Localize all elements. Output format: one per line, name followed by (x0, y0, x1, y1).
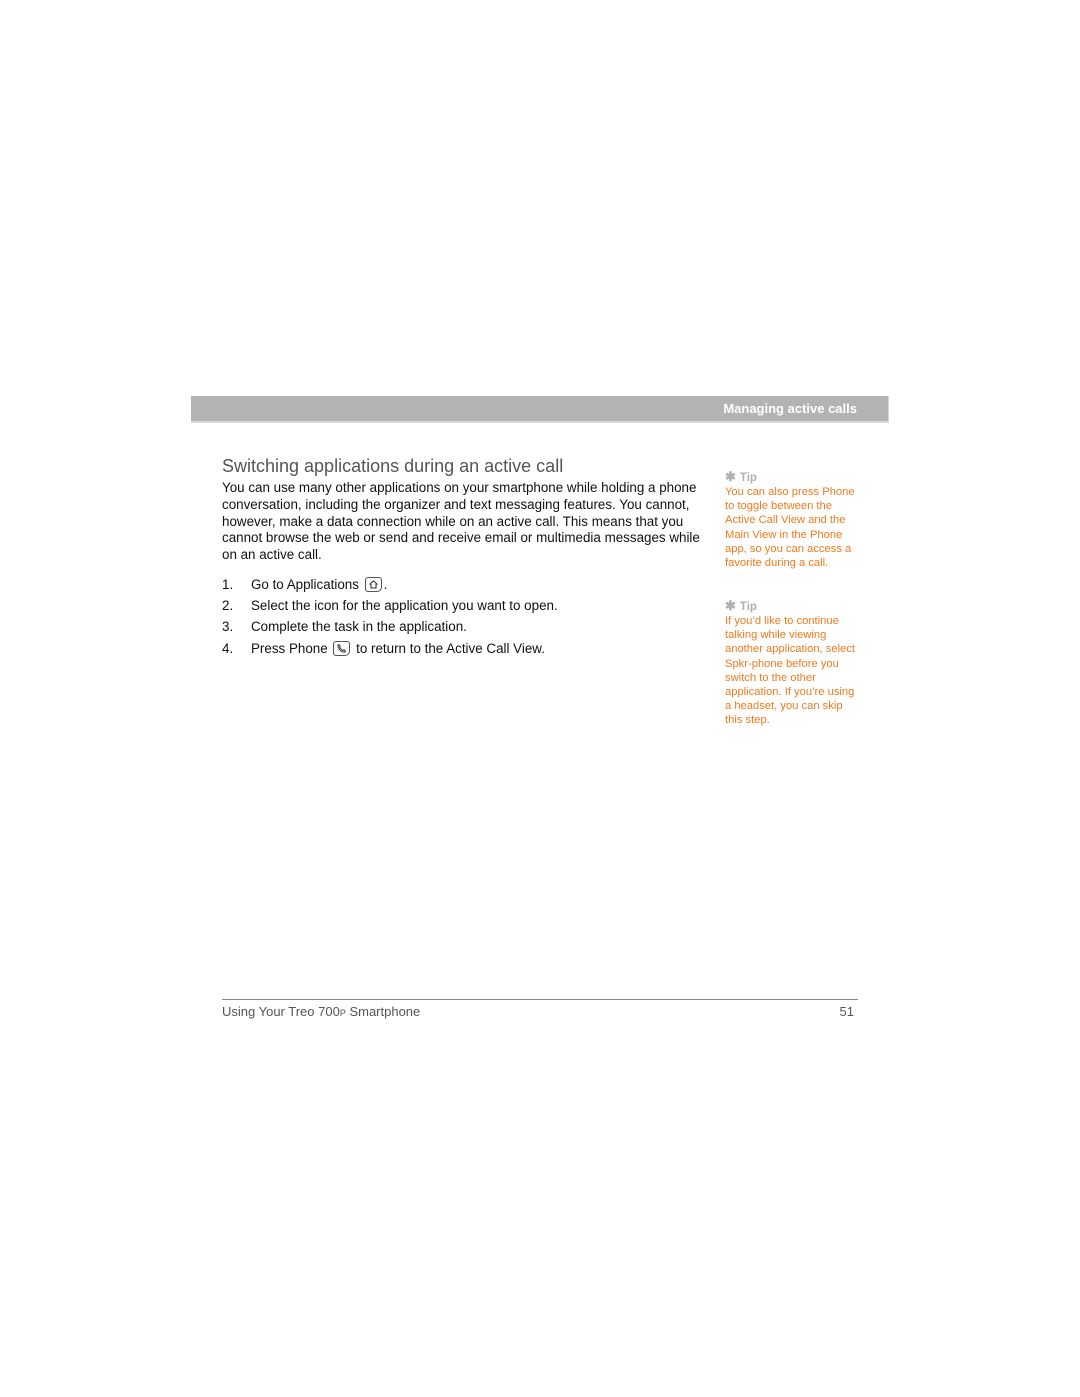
asterisk-icon: ✱ (725, 598, 736, 613)
step-item: 3. Complete the task in the application. (222, 619, 558, 640)
page-heading: Switching applications during an active … (222, 456, 564, 476)
step-text-end: to return to the Active Call View. (356, 640, 545, 656)
tip-text: You can also press Phone to toggle betwe… (725, 486, 855, 570)
step-text: Complete the task in the application. (251, 619, 467, 635)
step-text: Go to Applications (251, 577, 359, 592)
step-text-end: . (383, 577, 388, 592)
step-item: 4. Press Phone to return to the Active Ca… (222, 640, 558, 662)
footer-title-end: Smartphone (345, 1004, 421, 1019)
section-header-bar: Managing active calls (191, 396, 889, 423)
section-title: Managing active calls (723, 401, 857, 416)
step-number: 2. (222, 598, 234, 614)
tip-header: ✱ Tip (725, 469, 865, 485)
footer-title-main: Using Your Treo 700 (222, 1004, 340, 1019)
footer-divider (222, 999, 858, 1000)
step-number: 4. (222, 640, 234, 656)
asterisk-icon: ✱ (725, 469, 736, 484)
tip-text: If you’d like to continue talking while … (725, 615, 855, 727)
page-number: 51 (839, 1004, 854, 1019)
steps-list: 1. Go to Applications . 2. Select the icon… (222, 577, 558, 662)
intro-paragraph: You can use many other applications on y… (222, 480, 700, 563)
step-item: 1. Go to Applications . (222, 577, 558, 598)
step-text: Press Phone (251, 640, 328, 656)
phone-key-icon (333, 640, 351, 656)
step-number: 3. (222, 619, 234, 635)
tip-box: ✱ Tip If you’d like to continue talking w… (725, 598, 865, 728)
tip-header: ✱ Tip (725, 598, 865, 614)
tip-label: Tip (739, 472, 757, 484)
footer-title: Using Your Treo 700P Smartphone (222, 1004, 420, 1019)
step-item: 2. Select the icon for the application yo… (222, 598, 558, 619)
step-text: Select the icon for the application you … (251, 598, 558, 614)
home-key-icon (364, 577, 382, 592)
tip-label: Tip (739, 601, 757, 613)
step-number: 1. (222, 577, 234, 592)
tip-box: ✱ Tip You can also press Phone to toggle … (725, 469, 865, 570)
